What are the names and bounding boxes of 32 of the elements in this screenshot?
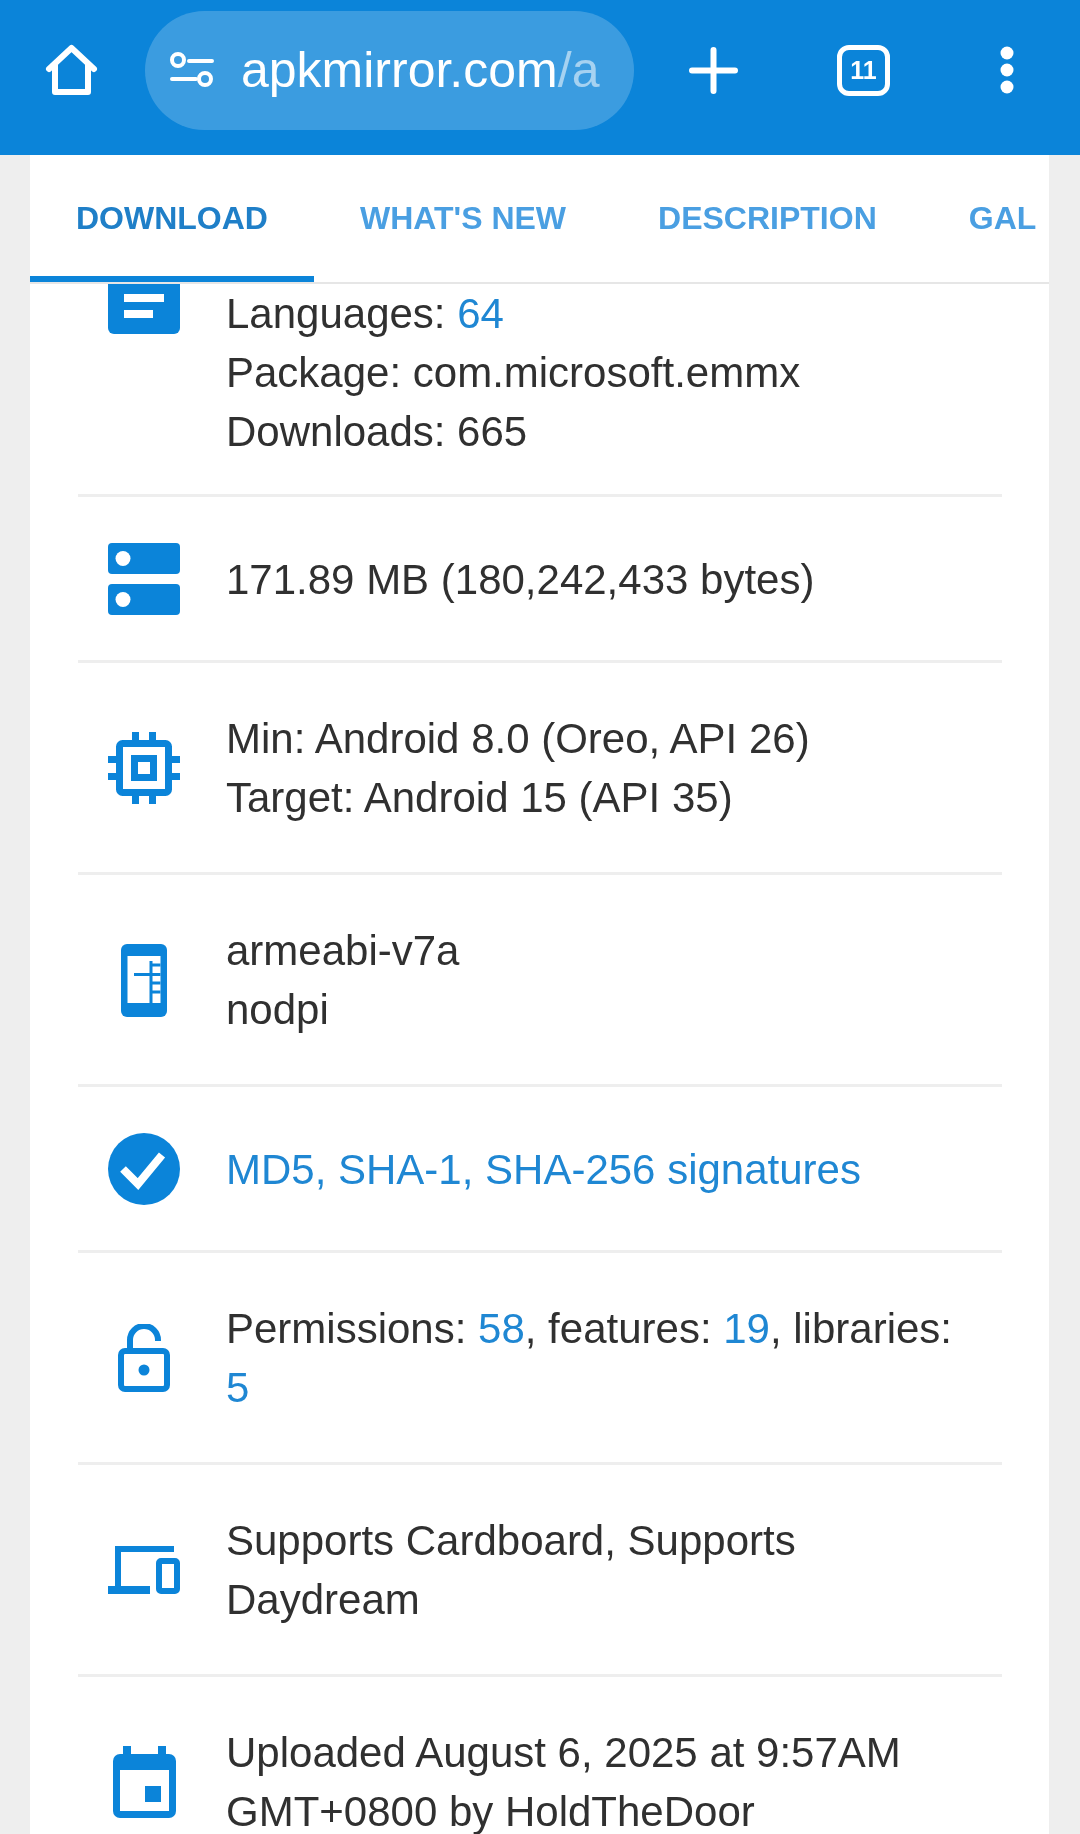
more-options-icon[interactable] — [1000, 46, 1014, 94]
detail-text: Languages: 64 — [226, 289, 505, 339]
check-circle-icon — [108, 1133, 180, 1205]
detail-text: armeabi-v7a — [226, 926, 461, 976]
tab-switcher-button[interactable]: 11 — [837, 44, 890, 96]
home-icon[interactable] — [45, 44, 98, 96]
detail-link[interactable]: 58 — [478, 1305, 525, 1352]
sliders-icon[interactable] — [170, 52, 214, 88]
tab[interactable]: WHAT'S NEW — [313, 155, 613, 282]
detail-text: nodpi — [226, 985, 330, 1035]
detail-text: Permissions: 58, features: 19, libraries: 5 — [226, 1304, 953, 1413]
detail-link[interactable]: MD5, SHA-1, SHA-256 signatures — [226, 1139, 970, 1199]
text-lines-icon — [108, 284, 180, 334]
address-bar[interactable]: apkmirror.com/a — [145, 10, 634, 130]
tab[interactable]: GAL — [922, 155, 1037, 282]
detail-text: Min: Android 8.0 (Oreo, API 26) — [226, 714, 811, 764]
detail-link[interactable]: 64 — [457, 290, 504, 337]
detail-link[interactable]: 5 — [226, 1364, 250, 1411]
tab[interactable]: DESCRIPTION — [612, 155, 923, 282]
chip-icon — [108, 732, 180, 804]
detail-text: Package: com.microsoft.emmx — [226, 348, 802, 398]
calendar-icon — [112, 1746, 176, 1818]
detail-text: Target: Android 15 (API 35) — [226, 773, 734, 823]
detail-text: Downloads: 665 — [226, 407, 529, 457]
detail-link[interactable]: 19 — [723, 1305, 770, 1352]
detail-text: 171.89 MB (180,242,433 bytes) — [226, 554, 816, 605]
open-lock-icon — [118, 1324, 170, 1392]
detail-text: Supports Cardboard, Supports Daydream — [226, 1516, 797, 1625]
phone-ruler-icon — [121, 943, 167, 1017]
laptop-phone-icon — [108, 1546, 180, 1594]
storage-icon — [108, 543, 180, 615]
plus-icon[interactable] — [689, 46, 738, 94]
